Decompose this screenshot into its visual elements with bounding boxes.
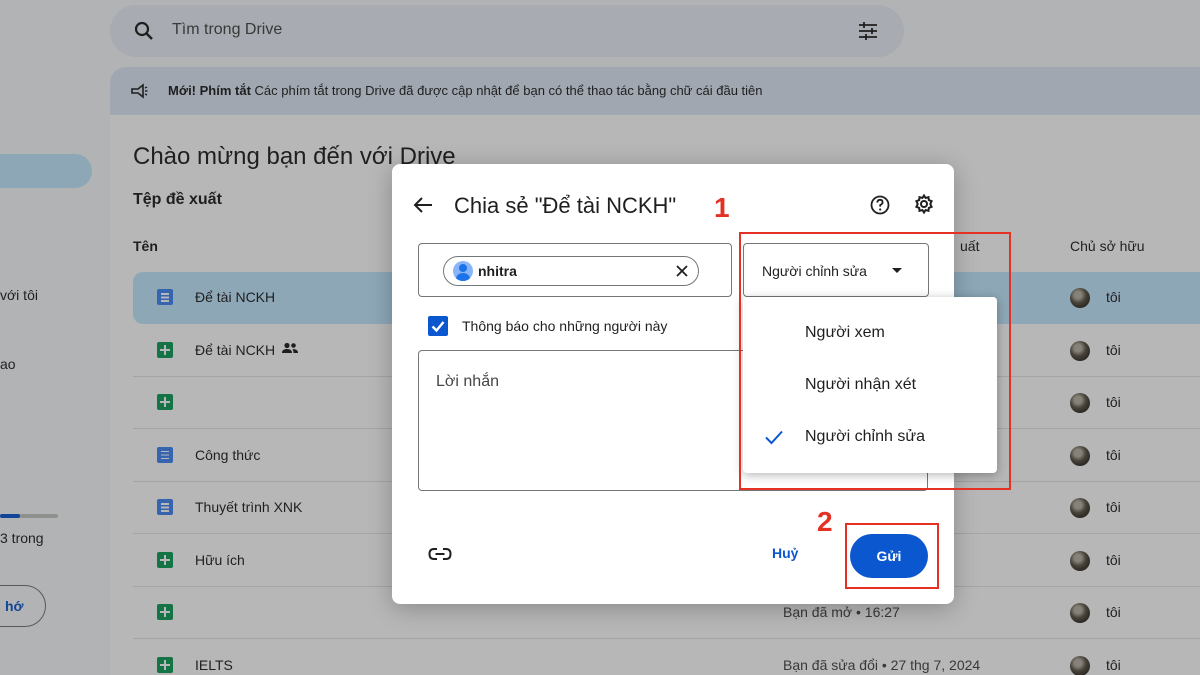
gear-icon[interactable]	[913, 193, 935, 215]
annotation-box-role	[739, 232, 1011, 490]
recipient-chip[interactable]: nhitra	[443, 256, 699, 286]
dialog-title: Chia sẻ "Để tài NCKH"	[454, 193, 677, 218]
annotation-step-1: 1	[714, 192, 730, 223]
notify-checkbox[interactable]	[428, 316, 448, 336]
notify-label: Thông báo cho những người này	[462, 318, 668, 334]
checkbox-icon	[431, 321, 445, 333]
back-arrow-icon[interactable]	[412, 194, 434, 216]
annotation-step-2: 2	[817, 506, 833, 537]
recipient-input[interactable]: nhitra	[418, 243, 732, 297]
close-icon[interactable]	[674, 263, 690, 279]
help-icon[interactable]	[869, 194, 891, 216]
link-icon[interactable]	[428, 544, 452, 564]
annotation-box-send	[845, 523, 939, 589]
cancel-button[interactable]: Huỷ	[772, 545, 798, 561]
recipient-chip-label: nhitra	[478, 263, 517, 279]
avatar	[453, 261, 473, 281]
message-placeholder: Lời nhắn	[436, 373, 499, 390]
